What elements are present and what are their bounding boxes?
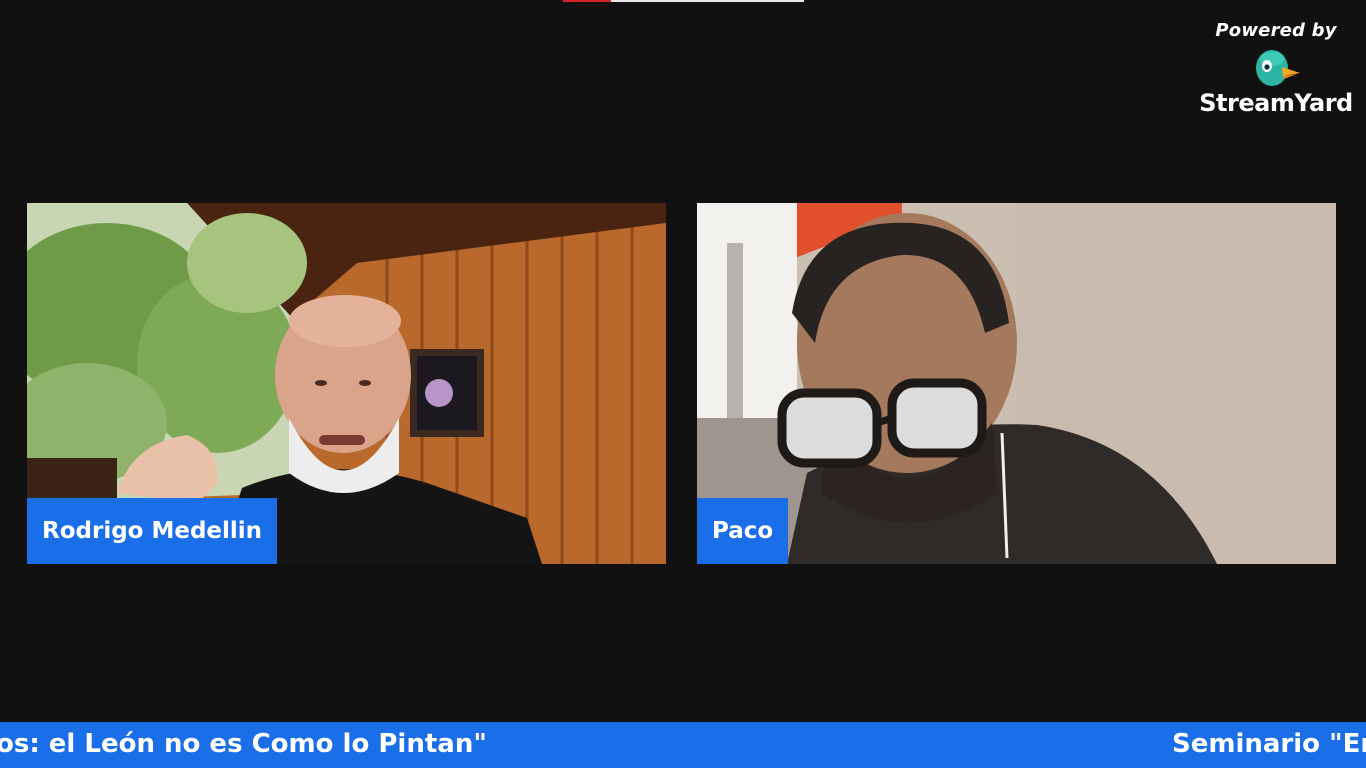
powered-by-watermark: Powered by StreamYard (1196, 20, 1356, 117)
ticker-text-right: Seminario "Er (1172, 729, 1366, 759)
ticker-text-left: os: el León no es Como lo Pintan" (0, 729, 487, 759)
indicator-red-segment (563, 0, 611, 2)
bottom-ticker-banner: os: el León no es Como lo Pintan" Semina… (0, 722, 1366, 768)
indicator-white-segment (611, 0, 804, 2)
participant-name-tag: Rodrigo Medellin (27, 498, 278, 564)
brand-name: StreamYard (1199, 89, 1353, 117)
video-feed (697, 203, 1336, 564)
participant-name-tag: Paco (697, 498, 789, 564)
video-tile-rodrigo-medellin[interactable]: Rodrigo Medellin (27, 203, 666, 564)
stream-stage: Powered by StreamYard Rodrigo Medellin P… (0, 0, 1366, 768)
streamyard-duck-logo-icon (1256, 50, 1300, 86)
video-tile-paco[interactable]: Paco (697, 203, 1336, 564)
powered-by-label: Powered by (1215, 20, 1337, 41)
top-progress-indicator (563, 0, 804, 2)
